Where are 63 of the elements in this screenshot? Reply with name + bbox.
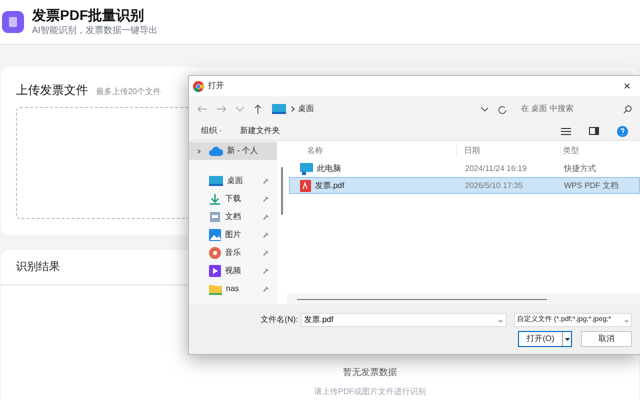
upload-hint: 最多上传20个文件 — [96, 86, 161, 98]
file-type: 快捷方式 — [564, 162, 596, 174]
computer-icon — [300, 162, 313, 174]
sidebar-item[interactable]: 音乐 — [189, 244, 277, 262]
sidebar-item[interactable]: 桌面 — [189, 172, 277, 190]
file-row[interactable]: 此电脑 2024/11/24 16:19 快捷方式 — [289, 160, 640, 177]
cancel-button[interactable]: 取消 — [581, 331, 632, 347]
file-row[interactable]: 发票.pdf 2026/5/10 17:35 WPS PDF 文档 — [289, 177, 640, 194]
dialog-title: 打开 — [208, 80, 225, 92]
chevron-down-icon — [498, 318, 503, 322]
preview-pane-icon[interactable] — [589, 127, 599, 135]
desktop-icon — [272, 104, 286, 114]
file-name: 发票.pdf — [315, 180, 344, 192]
file-type: WPS PDF 文档 — [564, 180, 619, 192]
sidebar-item[interactable]: 新 - 个人 — [189, 142, 277, 160]
help-icon[interactable] — [617, 126, 628, 136]
search-icon — [622, 104, 632, 114]
column-header[interactable]: 类型 — [561, 144, 579, 156]
chevron-right-icon — [289, 106, 295, 112]
toolbar-button[interactable]: 组织 · — [201, 125, 222, 137]
filename-label: 文件名(N): — [260, 314, 298, 326]
column-header[interactable]: 名称 — [287, 144, 457, 156]
dropdown-caret-icon[interactable] — [562, 332, 571, 346]
chevron-down-icon[interactable] — [480, 106, 488, 112]
close-button[interactable]: × — [620, 80, 634, 92]
desktop-icon — [209, 176, 223, 186]
app-subtitle: AI智能识别，发票数据一键导出 — [32, 24, 158, 38]
empty-title: 暂无发票数据 — [343, 366, 397, 378]
file-date: 2026/5/10 17:35 — [465, 180, 524, 192]
folder-icon — [209, 284, 222, 294]
document-icon — [209, 211, 221, 223]
upload-title: 上传发票文件 — [16, 82, 88, 99]
filename-field[interactable]: 发票.pdf — [301, 313, 507, 327]
video-icon — [209, 265, 221, 277]
app-title: 发票PDF批量识别 — [32, 6, 145, 24]
app-logo-icon — [2, 11, 24, 33]
browser-logo-icon — [193, 80, 204, 92]
sidebar-item[interactable]: nas — [189, 280, 277, 298]
sidebar-item[interactable]: 图片 — [189, 226, 277, 244]
file-date: 2024/11/24 16:19 — [465, 162, 528, 174]
path-bar[interactable]: 桌面 — [272, 103, 471, 115]
scrollbar[interactable] — [297, 298, 547, 300]
empty-hint: 请上传PDF或图片文件进行识别 — [314, 386, 426, 398]
up-icon[interactable] — [254, 104, 262, 114]
results-title: 识别结果 — [16, 260, 60, 275]
cloud-icon — [209, 146, 223, 156]
pictures-icon — [209, 229, 221, 241]
music-icon — [209, 247, 221, 259]
chevron-down-icon — [624, 318, 629, 322]
pdf-file-icon — [300, 180, 311, 192]
sidebar-item[interactable]: 文档 — [189, 208, 277, 226]
expand-chevron-icon[interactable] — [196, 148, 201, 154]
column-header[interactable]: 日期 — [462, 144, 561, 156]
search-field[interactable]: 在 桌面 中搜索 — [520, 103, 623, 115]
path-text: 桌面 — [298, 103, 314, 115]
sidebar-item[interactable]: 视频 — [189, 262, 277, 280]
refresh-icon[interactable] — [498, 104, 507, 114]
view-menu-icon[interactable] — [561, 128, 571, 134]
file-name: 此电脑 — [317, 162, 341, 174]
filename-input[interactable]: 发票.pdf — [304, 314, 499, 326]
toolbar-button[interactable]: 新建文件夹 — [240, 125, 280, 137]
sidebar-item[interactable]: 下载 — [189, 190, 277, 208]
download-icon — [209, 193, 221, 205]
